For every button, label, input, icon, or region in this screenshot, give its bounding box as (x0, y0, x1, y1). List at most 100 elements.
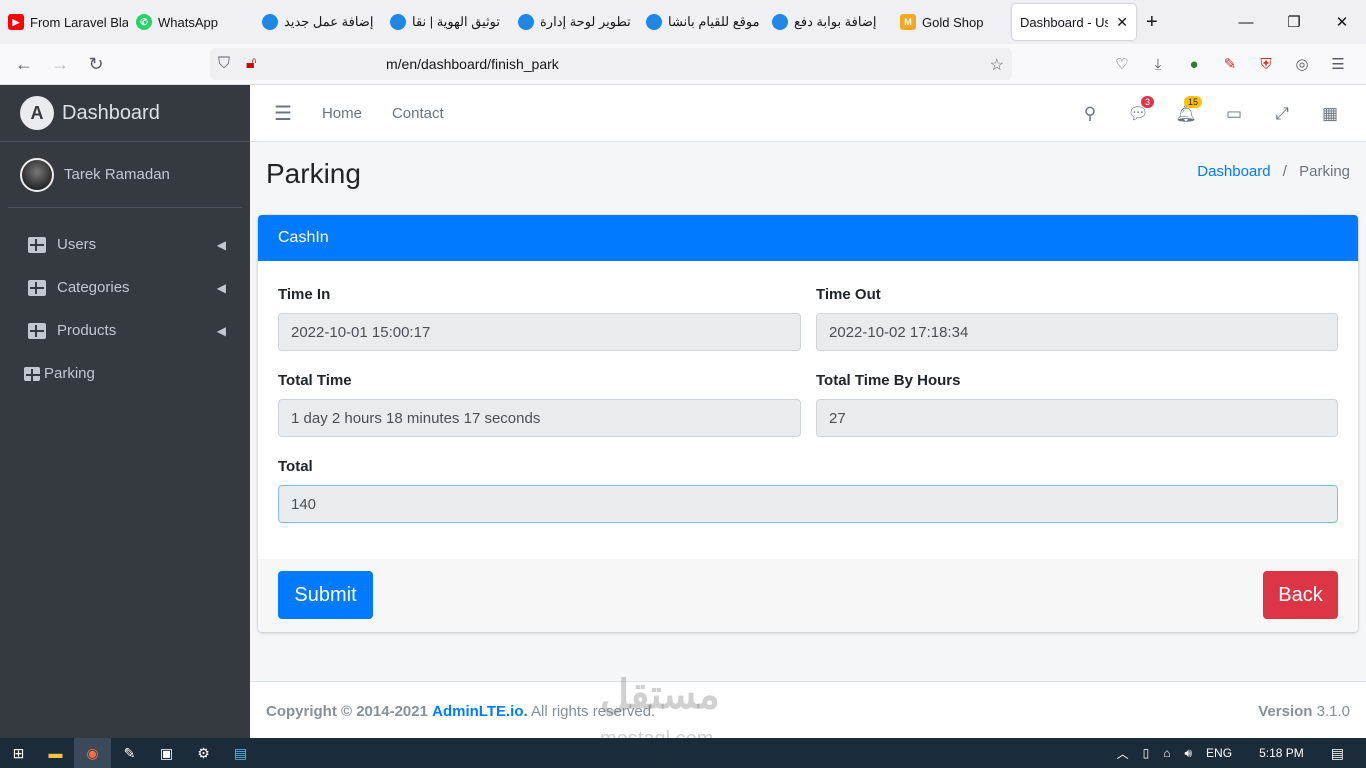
total-hours-field[interactable]: 27 (816, 399, 1338, 437)
extension-globe-icon[interactable]: ● (1176, 48, 1212, 80)
notification-center-icon[interactable]: ▤ (1331, 745, 1344, 762)
adminlte-link[interactable]: AdminLTE.io. (432, 703, 528, 720)
card-footer: Submit Back (258, 559, 1358, 632)
browser-toolbar-icons: ♡ ⤓ ● ✎ ⛨ ◎ ☰ (1104, 48, 1356, 80)
browser-tab-dashboard[interactable]: Dashboard - User ✕ (1012, 4, 1136, 40)
clock[interactable]: 5:18 PM (1259, 746, 1304, 760)
page-title: Parking (266, 158, 361, 189)
extension-circle-icon[interactable]: ◎ (1284, 48, 1320, 80)
cashin-card: CashIn Time In 2022-10-01 15:00:17 Time … (258, 215, 1358, 632)
chevron-left-icon: ◀ (216, 237, 226, 252)
fullscreen-icon[interactable]: ⤢ (1258, 104, 1306, 124)
breadcrumb-current: Parking (1299, 163, 1350, 180)
nav-link-contact[interactable]: Contact (392, 105, 444, 122)
firefox-icon[interactable]: ◉ (74, 738, 111, 768)
download-icon[interactable]: ⤓ (1140, 48, 1176, 80)
network-icon[interactable]: ⌂ (1163, 746, 1170, 760)
time-in-value: 2022-10-01 15:00:17 (291, 323, 431, 341)
minimize-icon[interactable]: — (1222, 0, 1270, 44)
time-out-value: 2022-10-02 17:18:34 (829, 323, 969, 341)
table-icon (28, 279, 46, 296)
main-footer: Copyright © 2014-2021 AdminLTE.io. All r… (250, 681, 1366, 738)
breadcrumb-separator: / (1282, 163, 1287, 180)
language-icon[interactable]: ▭ (1210, 104, 1258, 124)
forward-arrow-icon[interactable]: → (42, 48, 78, 80)
navbar-right-icons: ⚲ 💬︎ 3 🔔︎ 15 ▭ ⤢ ▦ (1066, 85, 1354, 142)
time-out-field[interactable]: 2022-10-02 17:18:34 (816, 313, 1338, 351)
mostaql-icon (518, 14, 534, 30)
tab-label: إضافة بوابة دفع (794, 14, 877, 29)
user-panel[interactable]: Tarek Ramadan (8, 142, 242, 208)
submit-button[interactable]: Submit (278, 571, 373, 619)
version-label: Version (1258, 703, 1313, 720)
app-window-icon[interactable]: ▤ (222, 738, 259, 768)
extension-pen-icon[interactable]: ✎ (1212, 48, 1248, 80)
tab-label: موقع للقيام بانشا (668, 14, 760, 29)
browser-tab-mostaql-4[interactable]: موقع للقيام بانشا (638, 0, 764, 44)
user-name: Tarek Ramadan (64, 166, 170, 183)
language-indicator[interactable]: ENG (1206, 746, 1232, 760)
chevron-left-icon: ◀ (216, 323, 226, 338)
total-time-field[interactable]: 1 day 2 hours 18 minutes 17 seconds (278, 399, 801, 437)
browser-nav-bar: ← → ↻ ⛉ 🔓︎ m/en/dashboard/finish_park ☆ … (0, 44, 1366, 85)
widgets-grid-icon[interactable]: ▦ (1306, 104, 1354, 124)
browser-tab-mostaql-5[interactable]: إضافة بوابة دفع (764, 0, 892, 44)
messages-icon[interactable]: 💬︎ 3 (1114, 95, 1162, 124)
sidebar-item-categories[interactable]: Categories ◀ (0, 266, 250, 309)
back-arrow-icon[interactable]: ← (6, 48, 42, 80)
terminal-icon[interactable]: ▣ (148, 738, 185, 768)
browser-tab-goldshop[interactable]: M Gold Shop (892, 0, 1012, 44)
extension-shield-icon[interactable]: ⛨ (1248, 48, 1284, 80)
file-explorer-icon[interactable]: ▬ (37, 738, 74, 768)
paint-icon[interactable]: ✎ (111, 738, 148, 768)
chevron-up-icon[interactable]: ︿ (1117, 745, 1129, 762)
sidebar-menu: Users ◀ Categories ◀ Products ◀ Parking (0, 208, 250, 395)
browser-tab-mostaql-1[interactable]: إضافة عمل جديد (254, 0, 382, 44)
close-window-icon[interactable]: ✕ (1318, 0, 1366, 44)
url-bar[interactable]: ⛉ 🔓︎ m/en/dashboard/finish_park ☆ (210, 48, 1012, 80)
copyright: Copyright © 2014-2021 AdminLTE.io. All r… (266, 703, 655, 720)
menu-icon[interactable]: ☰ (1320, 48, 1356, 80)
back-button[interactable]: Back (1263, 571, 1338, 619)
breadcrumb: Dashboard / Parking (1197, 163, 1350, 180)
whatsapp-icon: ✆ (136, 14, 152, 30)
sidebar: A Dashboard Tarek Ramadan Users ◀ Catego… (0, 85, 250, 738)
total-time-value: 1 day 2 hours 18 minutes 17 seconds (291, 409, 541, 427)
breadcrumb-link-dashboard[interactable]: Dashboard (1197, 163, 1270, 180)
hamburger-menu-icon[interactable]: ☰ (274, 101, 292, 126)
browser-tab-youtube[interactable]: ▶ From Laravel Bla (0, 0, 128, 44)
insecure-lock-icon[interactable]: 🔓︎ (246, 55, 256, 73)
shop-icon: M (900, 14, 916, 30)
browser-tab-whatsapp[interactable]: ✆ WhatsApp (128, 0, 254, 44)
new-tab-icon[interactable]: + (1146, 11, 1158, 34)
total-label: Total (278, 458, 313, 475)
browser-tab-mostaql-3[interactable]: تطوير لوحة إدارة (510, 0, 638, 44)
table-icon (28, 236, 46, 253)
search-icon[interactable]: ⚲ (1066, 104, 1114, 124)
total-field[interactable]: 140 (278, 485, 1338, 523)
tab-label: إضافة عمل جديد (284, 14, 374, 29)
mostaql-icon (772, 14, 788, 30)
sidebar-item-users[interactable]: Users ◀ (0, 223, 250, 266)
restore-icon[interactable]: ❐ (1270, 0, 1318, 44)
settings-gear-icon[interactable]: ⚙ (185, 738, 222, 768)
sidebar-item-parking[interactable]: Parking (0, 352, 250, 395)
close-icon[interactable]: ✕ (1116, 14, 1128, 31)
brand-logo-icon: A (20, 96, 54, 130)
copyright-prefix: Copyright © 2014-2021 (266, 703, 428, 720)
brand-link[interactable]: A Dashboard (0, 85, 250, 142)
device-icon[interactable]: ▯ (1143, 746, 1150, 760)
windows-start-icon[interactable]: ⊞ (0, 738, 37, 768)
pocket-icon[interactable]: ♡ (1104, 48, 1140, 80)
shield-icon[interactable]: ⛉ (218, 55, 230, 73)
bookmark-star-icon[interactable]: ☆ (990, 55, 1004, 75)
browser-tab-mostaql-2[interactable]: توثيق الهوية | نقا (382, 0, 510, 44)
reload-icon[interactable]: ↻ (78, 48, 114, 80)
time-in-field[interactable]: 2022-10-01 15:00:17 (278, 313, 801, 351)
notifications-bell-icon[interactable]: 🔔︎ 15 (1162, 95, 1210, 124)
version-value: 3.1.0 (1316, 703, 1350, 720)
youtube-icon: ▶ (8, 14, 24, 30)
nav-link-home[interactable]: Home (322, 105, 362, 122)
volume-icon[interactable]: 🔊︎ (1184, 746, 1192, 761)
sidebar-item-products[interactable]: Products ◀ (0, 309, 250, 352)
